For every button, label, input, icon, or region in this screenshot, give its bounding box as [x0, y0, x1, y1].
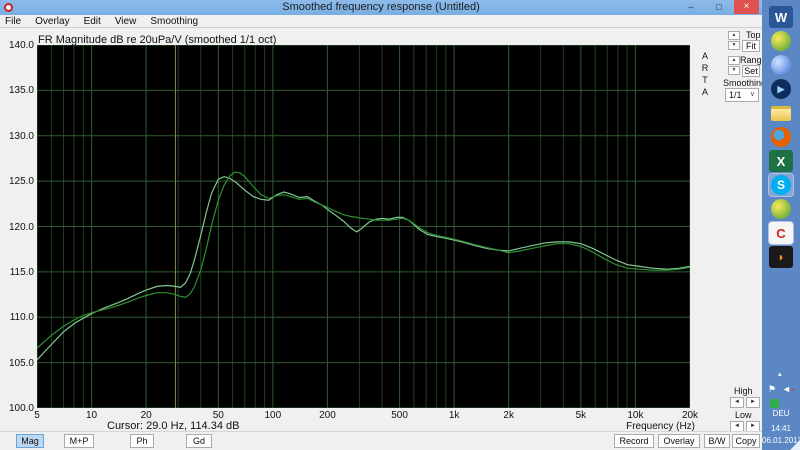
curve-measurement-light-green	[37, 175, 690, 361]
x-tick-label: 200	[319, 410, 336, 421]
copy-button[interactable]: Copy	[732, 434, 760, 448]
menu-overlay[interactable]: Overlay	[28, 15, 76, 28]
minimize-button[interactable]: –	[682, 0, 700, 14]
x-tick-label: 10	[86, 410, 98, 421]
taskbar-media-swirl2-icon[interactable]	[769, 198, 793, 220]
high-fr-right-button[interactable]: ►	[746, 397, 760, 408]
smoothing-value: 1/1	[729, 90, 742, 100]
ph-button[interactable]: Ph	[130, 434, 154, 448]
y-tick-label: 120.0	[8, 221, 34, 233]
window-title: Smoothed frequency response (Untitled)	[282, 1, 480, 13]
swirl-icon	[771, 31, 791, 51]
high-fr-left-button[interactable]: ◄	[730, 397, 744, 408]
statusbar: Mag M+P Ph Gd Record Overlay B/W Copy	[0, 431, 762, 450]
play-icon: ▶	[771, 79, 791, 99]
chevron-down-icon: ∨	[749, 91, 755, 98]
arta-window: Smoothed frequency response (Untitled) –…	[0, 0, 767, 450]
menu-view[interactable]: View	[108, 15, 144, 28]
taskbar-word-icon[interactable]: W	[769, 6, 793, 28]
taskbar: W ▶ X S C ◗ ▴ ⚑ ◄× DEU 14:41 06.01.2013	[762, 0, 800, 450]
smoothing-label: Smoothing	[723, 78, 767, 88]
clock-time[interactable]: 14:41	[762, 424, 800, 433]
close-button[interactable]: ×	[734, 0, 759, 14]
x-tick-label: 100	[264, 410, 282, 421]
set-button[interactable]: Set	[742, 65, 760, 77]
hidden-icons-arrow[interactable]: ▴	[778, 370, 782, 378]
curve-measurement-dark-green	[37, 171, 690, 349]
language-indicator[interactable]: DEU	[762, 409, 800, 418]
blue-swirl-icon	[771, 55, 791, 75]
fit-button[interactable]: Fit	[742, 40, 760, 52]
x-tick-label: 20k	[681, 410, 699, 421]
firefox-icon	[771, 127, 791, 147]
menu-edit[interactable]: Edit	[77, 15, 108, 28]
taskbar-media-swirl-icon[interactable]	[769, 30, 793, 52]
taskbar-firefox-icon[interactable]	[769, 126, 793, 148]
y-tick-label: 135.0	[8, 85, 34, 97]
show-desktop-button[interactable]	[790, 440, 800, 450]
maximize-button[interactable]: □	[710, 0, 728, 14]
x-tick-label: 10k	[627, 410, 644, 421]
taskbar-excel-icon[interactable]: X	[769, 150, 793, 172]
range-up-spinner[interactable]: ▲	[728, 56, 740, 65]
taskbar-folder-icon[interactable]	[769, 102, 793, 124]
record-button[interactable]: Record	[614, 434, 654, 448]
frequency-response-plot[interactable]	[37, 45, 690, 408]
taskbar-skype-icon[interactable]: S	[768, 173, 794, 197]
taskbar-blue-swirl-icon[interactable]	[769, 54, 793, 76]
y-tick-label: 130.0	[8, 130, 34, 142]
titlebar[interactable]: Smoothed frequency response (Untitled) –…	[0, 0, 762, 15]
plot-canvas[interactable]	[37, 45, 690, 408]
smoothing-select[interactable]: 1/1 ∨	[725, 88, 759, 102]
y-tick-label: 115.0	[9, 266, 34, 278]
menubar: File Overlay Edit View Smoothing	[0, 15, 762, 28]
taskbar-media-player-icon[interactable]: ▶	[769, 78, 793, 100]
taskbar-orange-app-icon[interactable]: ◗	[769, 246, 793, 268]
y-tick-label: 125.0	[8, 176, 34, 188]
network-icon[interactable]	[770, 399, 779, 408]
y-tick-label: 110.0	[9, 312, 34, 324]
swirl-icon	[771, 199, 791, 219]
speaker-icon: ◄	[782, 384, 791, 394]
bw-button[interactable]: B/W	[704, 434, 730, 448]
x-tick-label: 5	[34, 410, 40, 421]
gd-button[interactable]: Gd	[186, 434, 212, 448]
y-tick-label: 140.0	[8, 40, 34, 51]
top-down-spinner[interactable]: ▼	[728, 41, 740, 50]
y-tick-label: 105.0	[8, 357, 34, 369]
mute-mark: ×	[790, 387, 796, 394]
folder-icon	[771, 105, 791, 121]
skype-icon: S	[771, 175, 791, 195]
top-up-spinner[interactable]: ▲	[728, 31, 740, 40]
x-tick-label: 1k	[448, 410, 460, 421]
mag-button[interactable]: Mag	[16, 434, 44, 448]
m-plus-p-button[interactable]: M+P	[64, 434, 94, 448]
action-center-flag-icon[interactable]: ⚑	[768, 384, 776, 395]
top-label: Top	[746, 30, 761, 40]
y-tick-label: 100.0	[8, 403, 34, 414]
overlay-button[interactable]: Overlay	[658, 434, 700, 448]
speaker-muted-icon[interactable]: ◄×	[782, 384, 795, 394]
menu-smoothing[interactable]: Smoothing	[143, 15, 205, 28]
arta-watermark: ARTA	[701, 51, 709, 97]
taskbar-arta-icon[interactable]: C	[768, 221, 794, 245]
range-down-spinner[interactable]: ▼	[728, 66, 740, 75]
menu-file[interactable]: File	[0, 15, 28, 28]
desktop: Smoothed frequency response (Untitled) –…	[0, 0, 800, 450]
x-tick-label: 5k	[575, 410, 587, 421]
x-tick-label: 500	[391, 410, 408, 421]
x-tick-label: 2k	[503, 410, 514, 421]
